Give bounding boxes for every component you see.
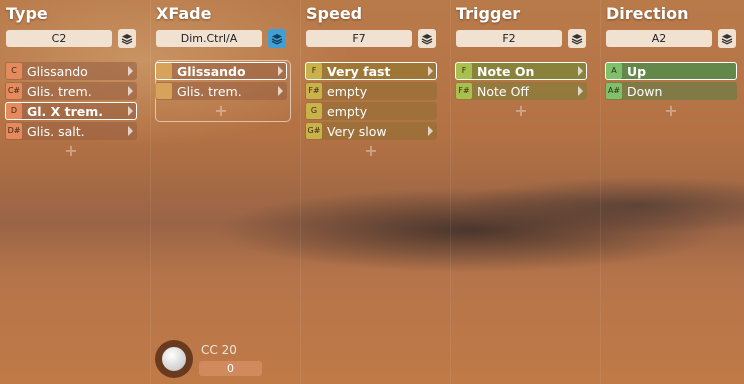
list-item[interactable]: A# Down — [605, 82, 737, 100]
item-label: empty — [327, 83, 368, 99]
list-item[interactable]: C# Glis. trem. — [5, 82, 137, 100]
column-trigger: Trigger F2 F Note On F# Note Off + — [450, 0, 601, 384]
cc-value-field[interactable]: 0 — [199, 361, 262, 376]
item-label: Glissando — [27, 63, 88, 79]
chevron-right-icon[interactable] — [278, 86, 283, 96]
note-badge: D — [6, 103, 22, 119]
articulation-list: C Glissando C# Glis. trem. D Gl. X trem.… — [5, 62, 137, 160]
articulation-list: A Up A# Down + — [605, 62, 737, 120]
cc-label: CC 20 — [201, 343, 237, 357]
list-item[interactable]: D# Glis. salt. — [5, 122, 137, 140]
column-title: XFade — [156, 4, 212, 23]
item-label: Note Off — [477, 83, 530, 99]
list-item-selected[interactable]: D Gl. X trem. — [5, 102, 137, 120]
list-item[interactable]: G empty — [305, 102, 437, 120]
note-badge: C# — [6, 83, 22, 99]
column-title: Type — [6, 4, 48, 23]
column-title: Direction — [606, 4, 689, 23]
chevron-right-icon[interactable] — [578, 66, 583, 76]
add-item-button[interactable]: + — [305, 142, 437, 160]
layers-icon[interactable] — [418, 29, 436, 48]
list-item-selected[interactable]: Glissando — [155, 62, 287, 80]
note-badge — [156, 63, 172, 79]
column-direction: Direction A2 A Up A# Down + — [600, 0, 744, 384]
item-label: Down — [627, 83, 663, 99]
column-title: Speed — [306, 4, 363, 23]
list-item[interactable]: Glis. trem. — [155, 82, 287, 100]
list-item[interactable]: C Glissando — [5, 62, 137, 80]
note-badge: C — [6, 63, 22, 79]
articulation-list: Glissando Glis. trem. + — [155, 62, 287, 120]
list-item[interactable]: G# Very slow — [305, 122, 437, 140]
controller-selector[interactable]: Dim.Ctrl/A — [156, 30, 262, 47]
column-xfade: XFade Dim.Ctrl/A Glissando Glis. trem. + — [150, 0, 301, 384]
column-type: Type C2 C Glissando C# Glis. trem. D Gl.… — [0, 0, 151, 384]
item-label: Note On — [477, 63, 535, 79]
layers-icon[interactable] — [118, 29, 136, 48]
chevron-right-icon[interactable] — [128, 106, 133, 116]
item-label: Very slow — [327, 123, 387, 139]
item-label: empty — [327, 103, 368, 119]
knob-cap — [162, 347, 186, 371]
articulation-list: F Note On F# Note Off + — [455, 62, 587, 120]
add-item-button[interactable]: + — [155, 102, 287, 120]
layers-icon[interactable] — [568, 29, 586, 48]
list-item-selected[interactable]: F Note On — [455, 62, 587, 80]
item-label: Gl. X trem. — [27, 103, 104, 119]
note-badge: D# — [6, 123, 22, 139]
chevron-right-icon[interactable] — [128, 126, 133, 136]
note-badge: G# — [306, 123, 322, 139]
note-badge: A — [606, 63, 622, 79]
item-label: Glis. trem. — [27, 83, 92, 99]
list-item-selected[interactable]: A Up — [605, 62, 737, 80]
column-title: Trigger — [456, 4, 521, 23]
list-item[interactable]: F# empty — [305, 82, 437, 100]
list-item[interactable]: F# Note Off — [455, 82, 587, 100]
chevron-right-icon[interactable] — [128, 86, 133, 96]
key-selector[interactable]: F7 — [306, 30, 412, 47]
add-item-button[interactable]: + — [605, 102, 737, 120]
articulation-list: F Very fast F# empty G empty G# Very slo… — [305, 62, 437, 160]
chevron-right-icon[interactable] — [428, 126, 433, 136]
item-label: Glis. trem. — [177, 83, 242, 99]
add-item-button[interactable]: + — [455, 102, 587, 120]
note-badge: G — [306, 103, 322, 119]
list-item-selected[interactable]: F Very fast — [305, 62, 437, 80]
add-item-button[interactable]: + — [5, 142, 137, 160]
item-label: Very fast — [327, 63, 391, 79]
key-selector[interactable]: C2 — [6, 30, 112, 47]
chevron-right-icon[interactable] — [278, 66, 283, 76]
layers-icon[interactable] — [718, 29, 736, 48]
chevron-right-icon[interactable] — [128, 66, 133, 76]
note-badge: F# — [456, 83, 472, 99]
chevron-right-icon[interactable] — [578, 86, 583, 96]
key-selector[interactable]: A2 — [606, 30, 712, 47]
column-speed: Speed F7 F Very fast F# empty G empty G#… — [300, 0, 451, 384]
note-badge: F — [456, 63, 472, 79]
note-badge — [156, 83, 172, 99]
key-selector[interactable]: F2 — [456, 30, 562, 47]
note-badge: F# — [306, 83, 322, 99]
item-label: Glissando — [177, 63, 246, 79]
layers-icon[interactable] — [268, 29, 286, 48]
item-label: Glis. salt. — [27, 123, 85, 139]
chevron-right-icon[interactable] — [428, 66, 433, 76]
note-badge: A# — [606, 83, 622, 99]
item-label: Up — [627, 63, 647, 79]
note-badge: F — [306, 63, 322, 79]
